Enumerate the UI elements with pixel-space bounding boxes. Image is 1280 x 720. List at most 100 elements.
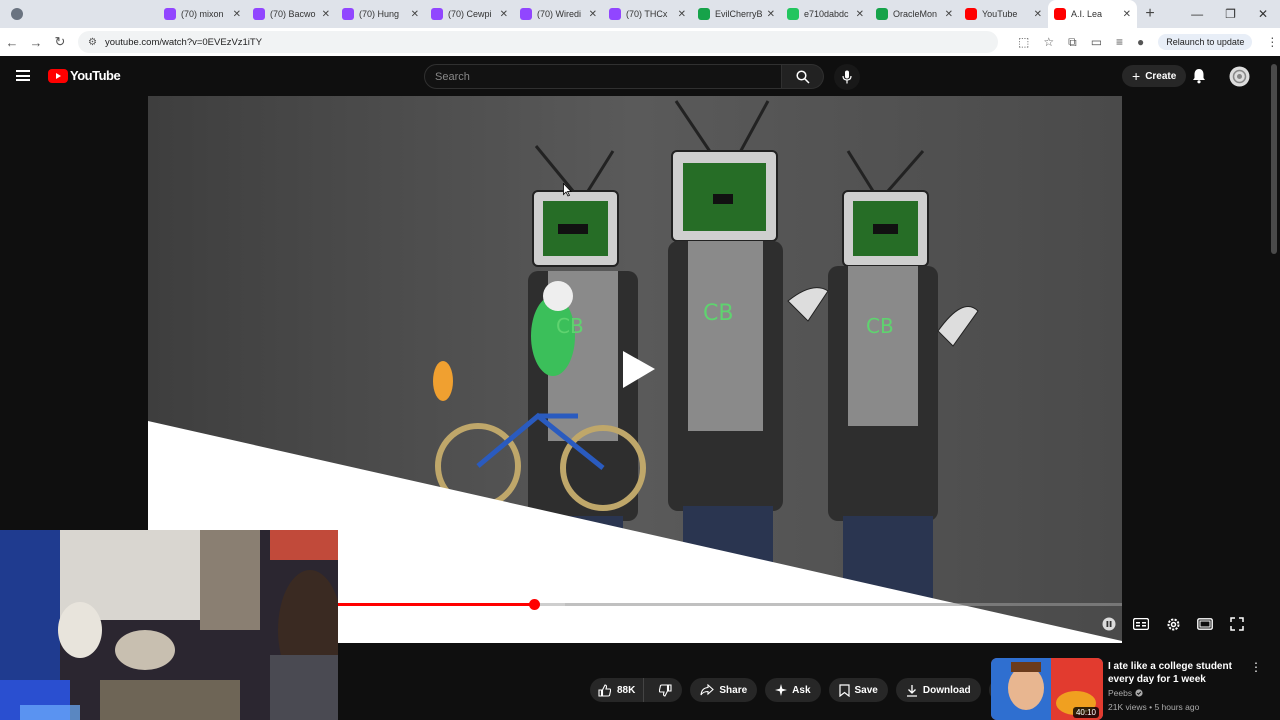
browser-tab[interactable]: YouTube ✕: [959, 0, 1048, 28]
browser-tab[interactable]: (70) THCx ✕: [603, 0, 692, 28]
page-scrollbar[interactable]: [1271, 64, 1277, 254]
browser-tab[interactable]: (70) mixon ✕: [158, 0, 247, 28]
tab-close-icon[interactable]: ✕: [678, 9, 686, 20]
browser-tab[interactable]: (70) Wiredi ✕: [514, 0, 603, 28]
reading-list-icon[interactable]: ≡: [1116, 35, 1123, 49]
suggested-video-title[interactable]: I ate like a college student every day f…: [1108, 660, 1250, 686]
browser-menu-logo-icon[interactable]: [0, 0, 34, 28]
tab-close-icon[interactable]: ✕: [1123, 9, 1131, 20]
youtube-logo[interactable]: YouTube: [48, 68, 121, 83]
install-icon[interactable]: ⬚: [1018, 35, 1029, 49]
browser-tab[interactable]: (70) Hung ✕: [336, 0, 425, 28]
tab-title: YouTube: [982, 9, 1018, 19]
bookmark-star-icon[interactable]: ☆: [1043, 35, 1054, 49]
hamburger-menu-icon[interactable]: [16, 70, 30, 81]
extensions-icon[interactable]: ⧉: [1068, 35, 1077, 50]
bookmark-icon: [838, 683, 850, 697]
tab-close-icon[interactable]: ✕: [589, 9, 597, 20]
relaunch-button[interactable]: Relaunch to update: [1158, 34, 1253, 50]
tab-close-icon[interactable]: ✕: [856, 9, 864, 20]
tab-title: e710dabdc: [804, 9, 849, 19]
close-window-icon[interactable]: ✕: [1258, 7, 1268, 21]
thumbs-up-icon: [598, 683, 611, 697]
verified-icon: [1135, 689, 1143, 697]
webcam-overlay: [0, 530, 338, 720]
tab-title: (70) Cewpi: [448, 9, 492, 19]
fullscreen-button[interactable]: [1228, 615, 1246, 633]
pinned-tab[interactable]: [96, 0, 127, 28]
shirt-label-right: CB: [866, 314, 894, 338]
pinned-tab[interactable]: [65, 0, 96, 28]
save-button[interactable]: Save: [828, 678, 888, 702]
youtube-wordmark: YouTube: [70, 68, 121, 83]
tab-close-icon[interactable]: ✕: [945, 9, 953, 20]
forward-icon[interactable]: →: [24, 35, 48, 50]
tab-close-icon[interactable]: ✕: [411, 9, 419, 20]
browser-tab[interactable]: A.I. Lea ✕: [1048, 0, 1137, 28]
suggested-video-thumbnail[interactable]: 40:10: [991, 658, 1103, 720]
search-button[interactable]: [782, 64, 824, 89]
theater-mode-button[interactable]: [1196, 615, 1214, 633]
back-icon[interactable]: ←: [0, 35, 24, 50]
download-button[interactable]: Download: [895, 678, 981, 702]
site-info-icon[interactable]: ⚙: [88, 37, 97, 48]
ask-label: Ask: [792, 684, 811, 696]
tab-close-icon[interactable]: ✕: [767, 9, 775, 20]
dislike-button[interactable]: [649, 678, 682, 702]
share-button[interactable]: Share: [690, 678, 758, 702]
microphone-icon: [842, 70, 852, 84]
youtube-header: YouTube + Create: [0, 56, 1280, 96]
profile-icon[interactable]: ●: [1137, 35, 1144, 49]
tab-favicon-icon: [876, 8, 888, 20]
tab-favicon-icon: [787, 8, 799, 20]
restore-icon[interactable]: ❐: [1225, 7, 1236, 21]
browser-tabstrip: (70) mixon ✕ (70) Bacwo ✕ (70) Hung ✕ (70) Cew…: [0, 0, 1280, 28]
player-controls: [1100, 615, 1246, 633]
tab-favicon-icon: [342, 8, 354, 20]
suggestion-more-icon[interactable]: ⋮: [1250, 660, 1262, 674]
tab-title: (70) Bacwo: [270, 9, 316, 19]
notifications-button[interactable]: [1192, 68, 1206, 89]
user-avatar[interactable]: [1229, 66, 1250, 87]
voice-search-button[interactable]: [834, 64, 860, 90]
tab-close-icon[interactable]: ✕: [500, 9, 508, 20]
browser-tab[interactable]: (70) Cewpi ✕: [425, 0, 514, 28]
minimize-icon[interactable]: —: [1191, 7, 1203, 21]
tab-favicon-icon: [431, 8, 443, 20]
browser-tab[interactable]: (70) Bacwo ✕: [247, 0, 336, 28]
settings-button[interactable]: [1164, 615, 1182, 633]
url-text: youtube.com/watch?v=0EVEzVz1iTY: [104, 36, 263, 48]
tab-close-icon[interactable]: ✕: [322, 9, 330, 20]
create-button[interactable]: + Create: [1122, 65, 1187, 87]
tab-title: (70) THCx: [626, 9, 668, 19]
scrubber-handle[interactable]: [528, 599, 540, 610]
like-count: 88K: [617, 684, 636, 696]
like-button[interactable]: 88K: [590, 678, 645, 702]
save-label: Save: [854, 684, 878, 696]
browser-tab[interactable]: EvilCherryB ✕: [692, 0, 781, 28]
reload-icon[interactable]: ↻: [48, 34, 72, 50]
autoplay-toggle[interactable]: [1100, 615, 1118, 633]
ask-button[interactable]: Ask: [765, 678, 821, 702]
search-input[interactable]: [424, 64, 782, 89]
tab-close-icon[interactable]: ✕: [1034, 9, 1042, 20]
progress-played: [338, 603, 534, 606]
pause-toggle-icon: [1102, 617, 1116, 631]
create-label: Create: [1145, 70, 1177, 82]
browser-menu-icon[interactable]: ⋮: [1266, 35, 1278, 49]
tab-favicon-icon: [609, 8, 621, 20]
captions-button[interactable]: [1132, 615, 1150, 633]
tab-close-icon[interactable]: ✕: [233, 9, 241, 20]
share-label: Share: [719, 684, 748, 696]
browser-tab[interactable]: e710dabdc ✕: [781, 0, 870, 28]
pinned-tab[interactable]: [34, 0, 65, 28]
suggested-video-channel[interactable]: Peebs: [1108, 688, 1143, 698]
thumbs-down-icon: [659, 683, 672, 697]
browser-tab[interactable]: OracleMon ✕: [870, 0, 959, 28]
mouse-cursor-icon: [563, 183, 572, 197]
pinned-tab[interactable]: [127, 0, 158, 28]
new-tab-icon[interactable]: +: [1137, 5, 1163, 23]
bell-icon: [1193, 69, 1205, 84]
address-bar[interactable]: ⚙ youtube.com/watch?v=0EVEzVz1iTY: [78, 31, 998, 53]
tab-search-icon[interactable]: ▭: [1091, 35, 1102, 49]
